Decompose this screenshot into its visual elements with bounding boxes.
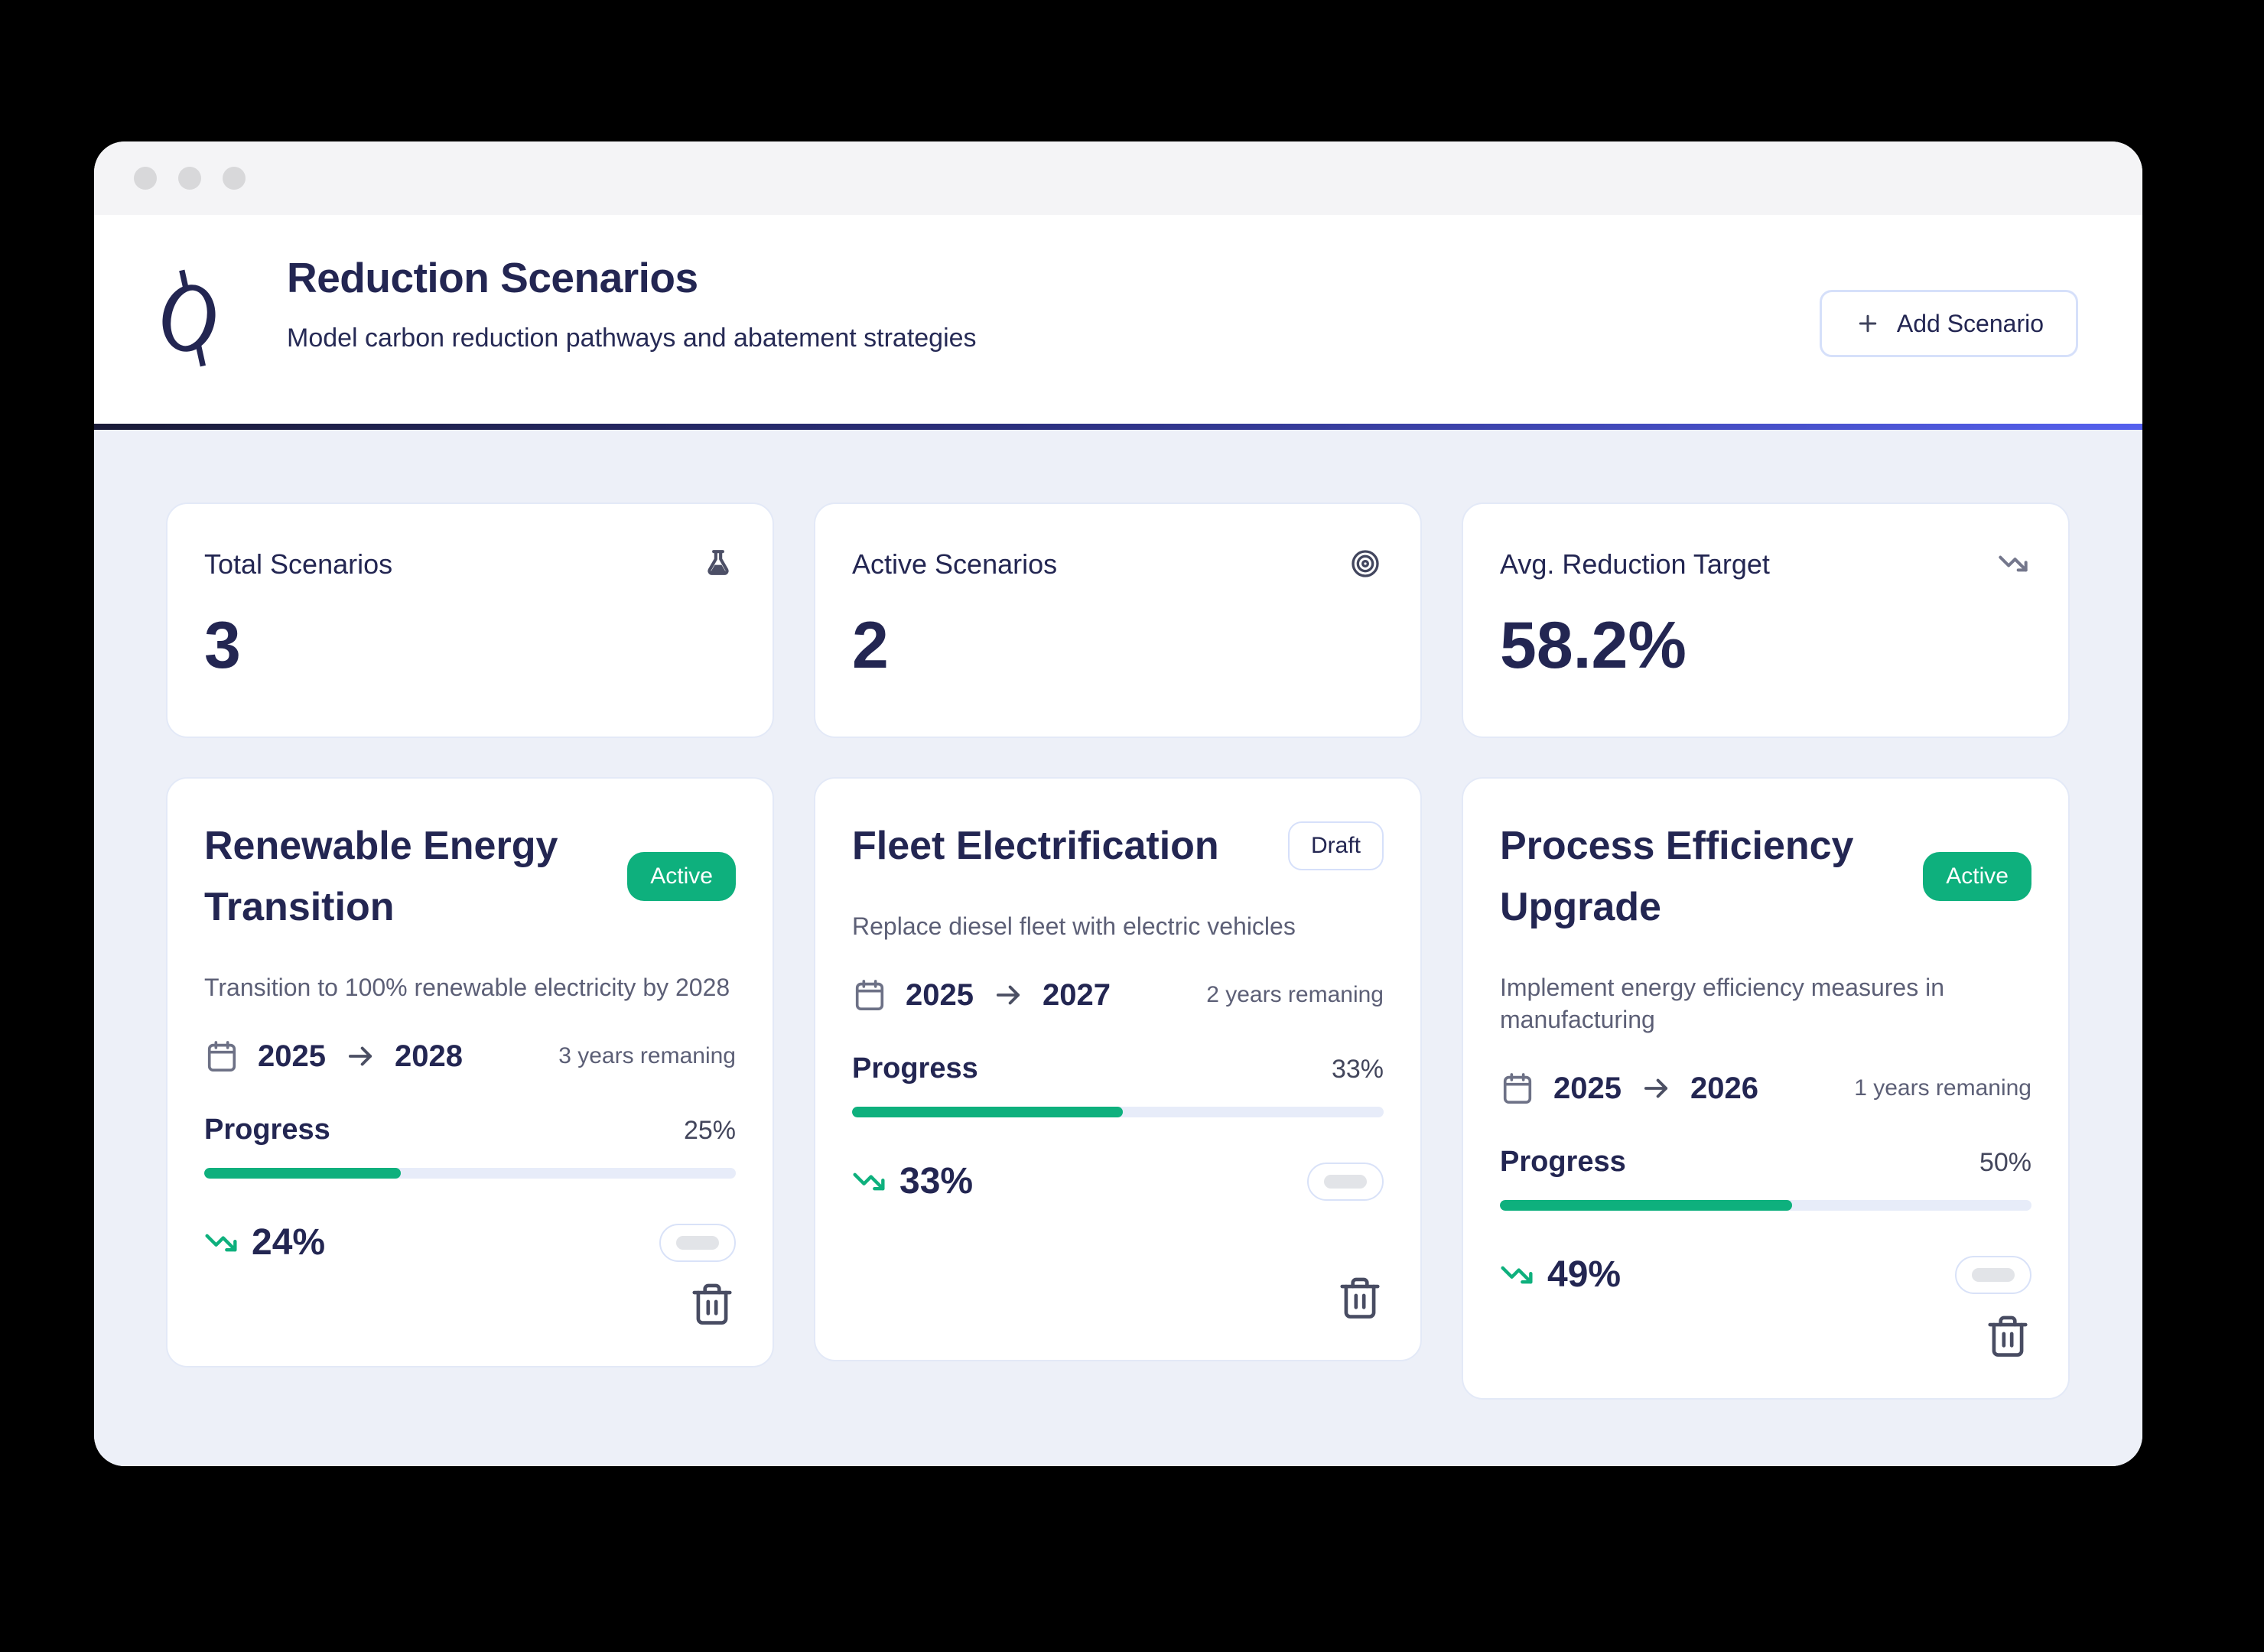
start-year: 2025 [258, 1039, 326, 1074]
add-scenario-button[interactable]: Add Scenario [1820, 290, 2078, 357]
trash-icon [1336, 1273, 1384, 1323]
end-year: 2026 [1690, 1072, 1758, 1106]
progress-bar-track [204, 1168, 736, 1179]
trending-down-icon [852, 1165, 886, 1198]
traffic-light-zoom-button[interactable] [223, 167, 246, 190]
traffic-light-close-button[interactable] [134, 167, 157, 190]
years-remaining-label: 2 years remaning [1206, 982, 1384, 1008]
status-badge: Active [1923, 852, 2031, 901]
progress-percent-label: 50% [1979, 1148, 2031, 1178]
stat-label: Active Scenarios [852, 548, 1057, 580]
calendar-icon [204, 1037, 239, 1075]
progress-bar-track [852, 1107, 1384, 1117]
scenario-title: Process Efficiency Upgrade [1500, 815, 1905, 938]
end-year: 2027 [1043, 978, 1111, 1013]
progress-bar-fill [204, 1168, 401, 1179]
status-badge: Active [627, 852, 736, 901]
traffic-light-minimize-button[interactable] [178, 167, 201, 190]
trending-down-icon [1500, 1258, 1534, 1292]
scenario-active-toggle[interactable] [1955, 1256, 2031, 1294]
scenario-title: Fleet Electrification [852, 815, 1219, 876]
arrow-right-icon [344, 1040, 376, 1072]
stat-value: 3 [204, 613, 733, 678]
scenario-description: Transition to 100% renewable electricity… [204, 971, 736, 1003]
window-titlebar [94, 141, 2142, 215]
progress-bar-track [1500, 1200, 2031, 1211]
stats-row: Total Scenarios 3 Active Scenarios 2 Avg… [166, 502, 2070, 738]
scenario-description: Implement energy efficiency measures in … [1500, 971, 2031, 1036]
stat-value: 2 [852, 613, 1381, 678]
header-gradient-divider [94, 424, 2142, 430]
stat-card-avg-reduction-target: Avg. Reduction Target 58.2% [1462, 502, 2070, 738]
stat-card-total-scenarios: Total Scenarios 3 [166, 502, 774, 738]
toggle-knob [1972, 1268, 2015, 1282]
delete-scenario-button[interactable] [1984, 1311, 2031, 1361]
start-year: 2025 [1553, 1072, 1622, 1106]
page-title: Reduction Scenarios [287, 253, 977, 302]
scenario-title: Renewable Energy Transition [204, 815, 609, 938]
progress-label: Progress [204, 1114, 330, 1146]
status-badge: Draft [1288, 821, 1384, 870]
stat-value: 58.2% [1500, 613, 2028, 678]
start-year: 2025 [906, 978, 974, 1013]
progress-percent-label: 33% [1332, 1055, 1384, 1085]
reduction-percent-value: 24% [252, 1221, 325, 1263]
stat-label: Avg. Reduction Target [1500, 548, 1770, 580]
target-icon [1350, 548, 1381, 579]
stat-card-active-scenarios: Active Scenarios 2 [814, 502, 1422, 738]
years-remaining-label: 1 years remaning [1854, 1075, 2031, 1101]
app-logo-icon [154, 267, 224, 369]
scenario-active-toggle[interactable] [1307, 1163, 1384, 1201]
stat-label: Total Scenarios [204, 548, 392, 580]
arrow-right-icon [992, 979, 1024, 1011]
scenario-cards-row: Renewable Energy Transition Active Trans… [166, 777, 2070, 1400]
scenario-active-toggle[interactable] [659, 1224, 736, 1262]
trash-icon [1984, 1311, 2031, 1361]
page-header: Reduction Scenarios Model carbon reducti… [94, 215, 2142, 424]
arrow-right-icon [1640, 1072, 1672, 1104]
scenario-card-process-efficiency-upgrade: Process Efficiency Upgrade Active Implem… [1462, 777, 2070, 1400]
toggle-knob [1324, 1175, 1367, 1189]
years-remaining-label: 3 years remaning [558, 1043, 736, 1069]
progress-bar-fill [1500, 1200, 1792, 1211]
plus-icon [1854, 310, 1882, 337]
dashboard-body: Total Scenarios 3 Active Scenarios 2 Avg… [94, 430, 2142, 1466]
calendar-icon [1500, 1069, 1535, 1107]
end-year: 2028 [395, 1039, 463, 1074]
trending-down-icon [204, 1226, 238, 1260]
progress-bar-fill [852, 1107, 1123, 1117]
progress-label: Progress [852, 1052, 978, 1085]
reduction-percent-value: 49% [1547, 1254, 1621, 1296]
scenario-card-renewable-energy-transition: Renewable Energy Transition Active Trans… [166, 777, 774, 1367]
reduction-percent-value: 33% [899, 1160, 973, 1202]
scenario-card-fleet-electrification: Fleet Electrification Draft Replace dies… [814, 777, 1422, 1361]
progress-percent-label: 25% [684, 1116, 736, 1146]
page-subtitle: Model carbon reduction pathways and abat… [287, 324, 977, 353]
delete-scenario-button[interactable] [688, 1279, 736, 1329]
flask-icon [704, 548, 733, 579]
app-window: Reduction Scenarios Model carbon reducti… [94, 141, 2142, 1466]
delete-scenario-button[interactable] [1336, 1273, 1384, 1323]
add-scenario-label: Add Scenario [1897, 310, 2044, 338]
trending-down-icon [1998, 548, 2028, 579]
calendar-icon [852, 976, 887, 1014]
trash-icon [688, 1279, 736, 1329]
scenario-description: Replace diesel fleet with electric vehic… [852, 910, 1384, 942]
progress-label: Progress [1500, 1146, 1626, 1179]
toggle-knob [676, 1236, 719, 1250]
